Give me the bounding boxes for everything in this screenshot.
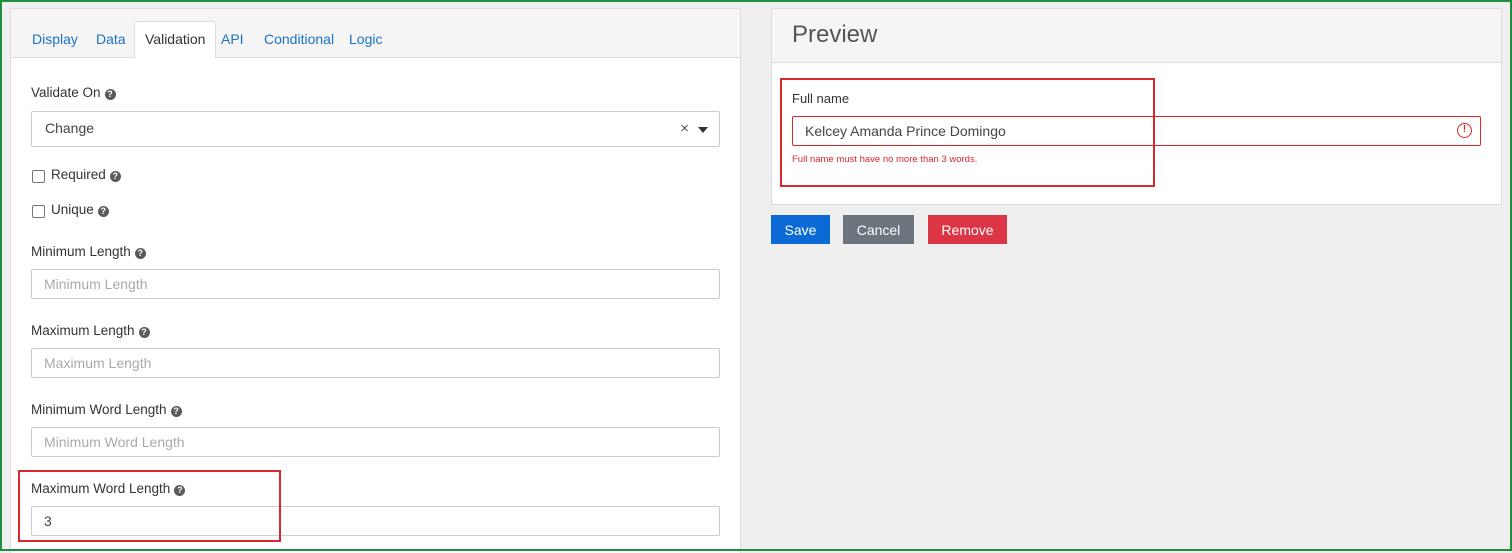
tab-logic[interactable]: Logic	[349, 21, 382, 58]
min-length-label: Minimum Length?	[31, 244, 146, 259]
max-word-length-label: Maximum Word Length?	[31, 481, 186, 496]
settings-tabs: Display Data Validation API Conditional …	[11, 9, 740, 59]
preview-title: Preview	[792, 21, 878, 48]
error-icon: !	[1457, 123, 1472, 138]
help-icon[interactable]: ?	[174, 485, 186, 496]
clear-icon[interactable]: ×	[680, 120, 689, 137]
full-name-error: Full name must have no more than 3 words…	[792, 154, 978, 165]
full-name-input[interactable]	[792, 116, 1481, 146]
help-icon[interactable]: ?	[109, 171, 121, 182]
required-label: Required?	[51, 167, 121, 182]
required-checkbox[interactable]	[32, 170, 45, 183]
preview-panel: Preview Full name ! Full name must have …	[771, 8, 1502, 205]
cancel-button[interactable]: Cancel	[843, 215, 914, 244]
help-icon[interactable]: ?	[104, 89, 116, 100]
tab-conditional[interactable]: Conditional	[264, 21, 334, 58]
save-button[interactable]: Save	[771, 215, 830, 244]
preview-header: Preview	[772, 9, 1501, 63]
tab-data[interactable]: Data	[96, 21, 126, 58]
full-name-label: Full name	[792, 91, 850, 106]
min-word-length-input[interactable]	[31, 427, 720, 457]
settings-panel: Display Data Validation API Conditional …	[10, 8, 741, 553]
min-word-length-label: Minimum Word Length?	[31, 402, 182, 417]
help-icon[interactable]: ?	[134, 248, 146, 259]
max-word-length-input[interactable]	[31, 506, 720, 536]
min-length-input[interactable]	[31, 269, 720, 299]
help-icon[interactable]: ?	[97, 206, 109, 217]
remove-button[interactable]: Remove	[928, 215, 1007, 244]
max-length-label: Maximum Length?	[31, 323, 150, 338]
tab-display[interactable]: Display	[32, 21, 78, 58]
unique-checkbox[interactable]	[32, 205, 45, 218]
unique-label: Unique?	[51, 202, 109, 217]
help-icon[interactable]: ?	[170, 406, 182, 417]
caret-down-icon[interactable]	[698, 127, 708, 133]
validate-on-label: Validate On?	[31, 85, 116, 100]
help-icon[interactable]: ?	[138, 327, 150, 338]
tab-validation[interactable]: Validation	[134, 21, 217, 59]
validate-on-select[interactable]: Change ×	[31, 111, 720, 147]
max-length-input[interactable]	[31, 348, 720, 378]
validate-on-value: Change	[45, 120, 95, 136]
tab-api[interactable]: API	[221, 21, 244, 58]
